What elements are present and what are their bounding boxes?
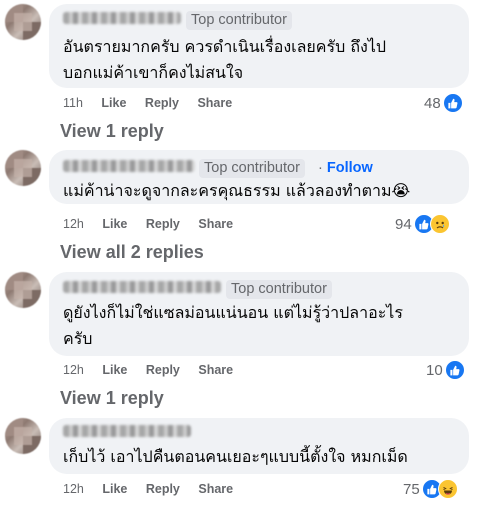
like-button[interactable]: Like <box>102 482 127 496</box>
author-name[interactable] <box>63 281 221 293</box>
share-button[interactable]: Share <box>198 363 233 377</box>
top-contributor-badge: Top contributor <box>226 280 332 299</box>
avatar[interactable] <box>5 272 41 308</box>
view-replies-link[interactable]: View 1 reply <box>60 121 164 142</box>
comment-text-line-1: ดูยังไงก็ไม่ใช่แซลม่อนแน่นอน แต่ไม่รู้ว่… <box>63 303 403 322</box>
reply-button[interactable]: Reply <box>146 217 180 231</box>
reaction-count: 94 <box>395 215 412 233</box>
timestamp[interactable]: 11h <box>63 96 83 110</box>
top-contributor-badge: Top contributor <box>199 159 305 178</box>
reaction-count: 75 <box>403 480 420 498</box>
comment-actions: 12h Like Reply Share <box>63 482 248 496</box>
top-contributor-badge: Top contributor <box>186 11 292 30</box>
reaction-count: 10 <box>426 361 443 379</box>
comment-text-line-1: แม่ค้าน่าจะดูจากละครคุณธรรม แล้วลองทำตาม… <box>63 181 411 200</box>
author-name[interactable] <box>63 160 195 172</box>
share-button[interactable]: Share <box>197 96 232 110</box>
comment-actions: 12h Like Reply Share <box>63 363 248 377</box>
reply-button[interactable]: Reply <box>145 96 179 110</box>
follow-label: Follow <box>326 160 373 176</box>
avatar[interactable] <box>5 4 41 40</box>
follow-button[interactable]: · Follow <box>318 159 373 178</box>
reaction-summary[interactable]: 48 <box>424 93 463 113</box>
haha-icon <box>437 479 458 499</box>
timestamp[interactable]: 12h <box>63 217 84 231</box>
view-replies-link[interactable]: View all 2 replies <box>60 242 204 263</box>
like-button[interactable]: Like <box>101 96 126 110</box>
timestamp[interactable]: 12h <box>63 482 84 496</box>
like-button[interactable]: Like <box>102 363 127 377</box>
reaction-summary[interactable]: 10 <box>426 360 465 380</box>
like-button[interactable]: Like <box>102 217 127 231</box>
comment-actions: 11h Like Reply Share <box>63 96 247 110</box>
like-icon <box>442 93 463 113</box>
reaction-count: 48 <box>424 94 441 112</box>
reply-button[interactable]: Reply <box>146 482 180 496</box>
share-button[interactable]: Share <box>198 217 233 231</box>
comment-text-line-2: บอกแม่ค้าเขาก็คงไม่สนใจ <box>63 63 244 82</box>
comment-actions: 12h Like Reply Share <box>63 217 248 231</box>
share-button[interactable]: Share <box>198 482 233 496</box>
reply-button[interactable]: Reply <box>146 363 180 377</box>
comment-text-line-1: อันตรายมากครับ ควรดำเนินเรื่องเลยครับ ถึ… <box>63 37 387 56</box>
timestamp[interactable]: 12h <box>63 363 84 377</box>
sad-icon <box>429 214 450 234</box>
author-name[interactable] <box>63 425 191 437</box>
like-icon <box>444 360 465 380</box>
comment-text-line-1: เก็บไว้ เอาไปคืนตอนคนเยอะๆแบบนี้ตั้งใจ ห… <box>63 447 408 466</box>
reaction-summary[interactable]: 94 <box>395 214 450 234</box>
view-replies-link[interactable]: View 1 reply <box>60 388 164 409</box>
avatar[interactable] <box>5 418 41 454</box>
reaction-summary[interactable]: 75 <box>403 479 458 499</box>
avatar[interactable] <box>5 150 41 186</box>
author-name[interactable] <box>63 12 181 24</box>
comment-text-line-2: ครับ <box>63 329 93 348</box>
